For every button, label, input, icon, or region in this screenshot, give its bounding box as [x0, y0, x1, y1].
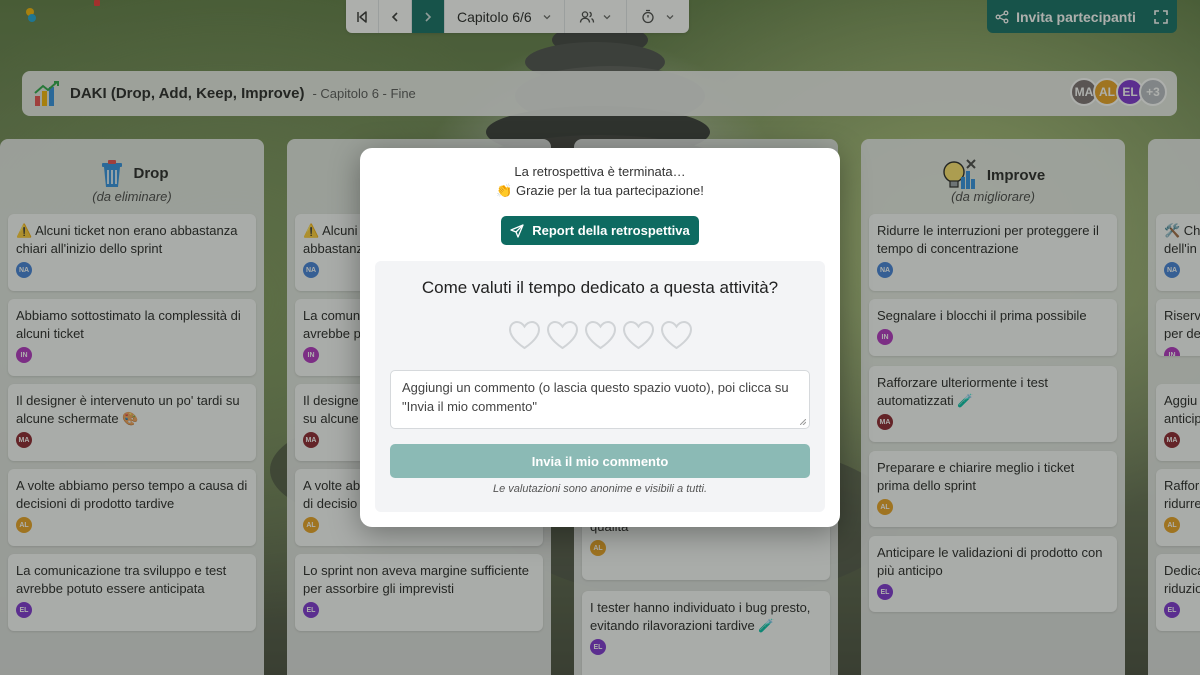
report-button-label: Report della retrospettiva: [532, 223, 690, 238]
heart-icon[interactable]: [507, 319, 542, 351]
rating-question: Come valuti il tempo dedicato a questa a…: [421, 278, 779, 297]
retrospective-report-button[interactable]: Report della retrospettiva: [501, 216, 699, 245]
end-of-retrospective-modal: La retrospettiva è terminata… 👏 Grazie p…: [360, 148, 840, 527]
comment-placeholder: Aggiungi un commento (o lascia questo sp…: [402, 380, 789, 414]
rating-panel: Come valuti il tempo dedicato a questa a…: [375, 261, 825, 512]
heart-rating: [375, 319, 825, 351]
modal-message: La retrospettiva è terminata…: [514, 164, 686, 179]
send-icon: [510, 223, 524, 238]
comment-textarea[interactable]: Aggiungi un commento (o lascia questo sp…: [390, 370, 810, 429]
submit-comment-button[interactable]: Invia il mio commento: [390, 444, 810, 478]
modal-thanks: 👏 Grazie per la tua partecipazione!: [496, 183, 704, 198]
anonymity-note: Le valutazioni sono anonime e visibili a…: [492, 483, 707, 495]
heart-icon[interactable]: [621, 319, 656, 351]
heart-icon[interactable]: [545, 319, 580, 351]
heart-icon[interactable]: [583, 319, 618, 351]
heart-icon[interactable]: [659, 319, 694, 351]
resize-grip-icon[interactable]: [800, 419, 806, 425]
